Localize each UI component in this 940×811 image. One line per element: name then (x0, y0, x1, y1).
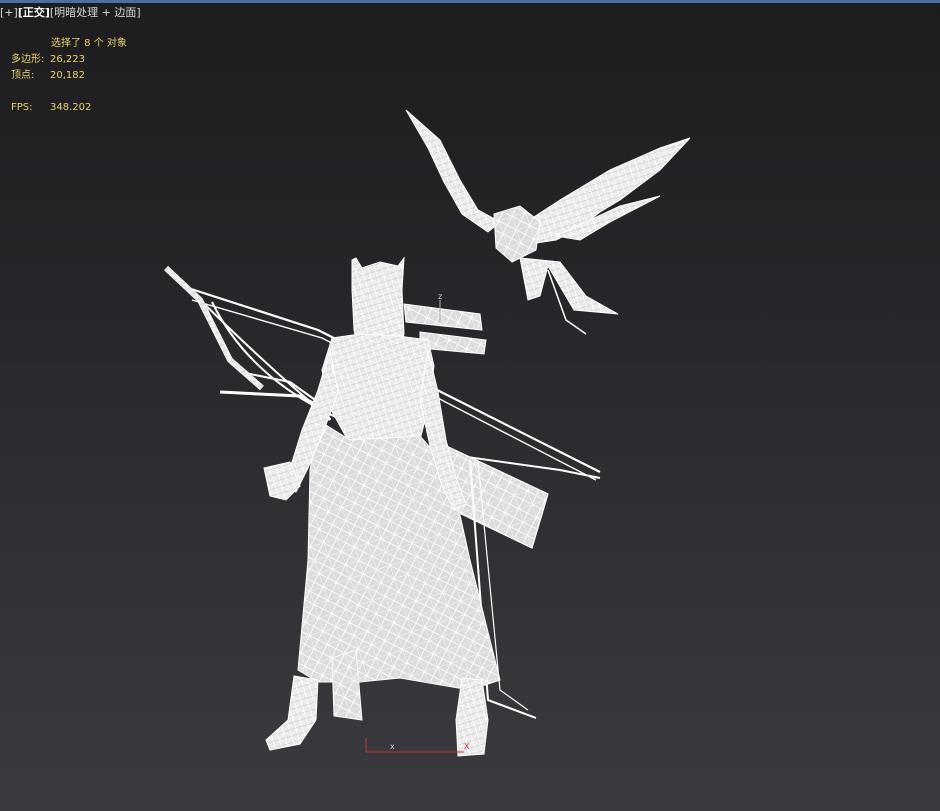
viewport-scene[interactable]: z x X (0, 0, 940, 811)
gizmo-x-label: x (390, 742, 395, 751)
bird-mesh[interactable] (405, 109, 691, 335)
gizmo-x-end-label: X (464, 742, 470, 751)
gizmo-z-label: z (438, 292, 442, 301)
